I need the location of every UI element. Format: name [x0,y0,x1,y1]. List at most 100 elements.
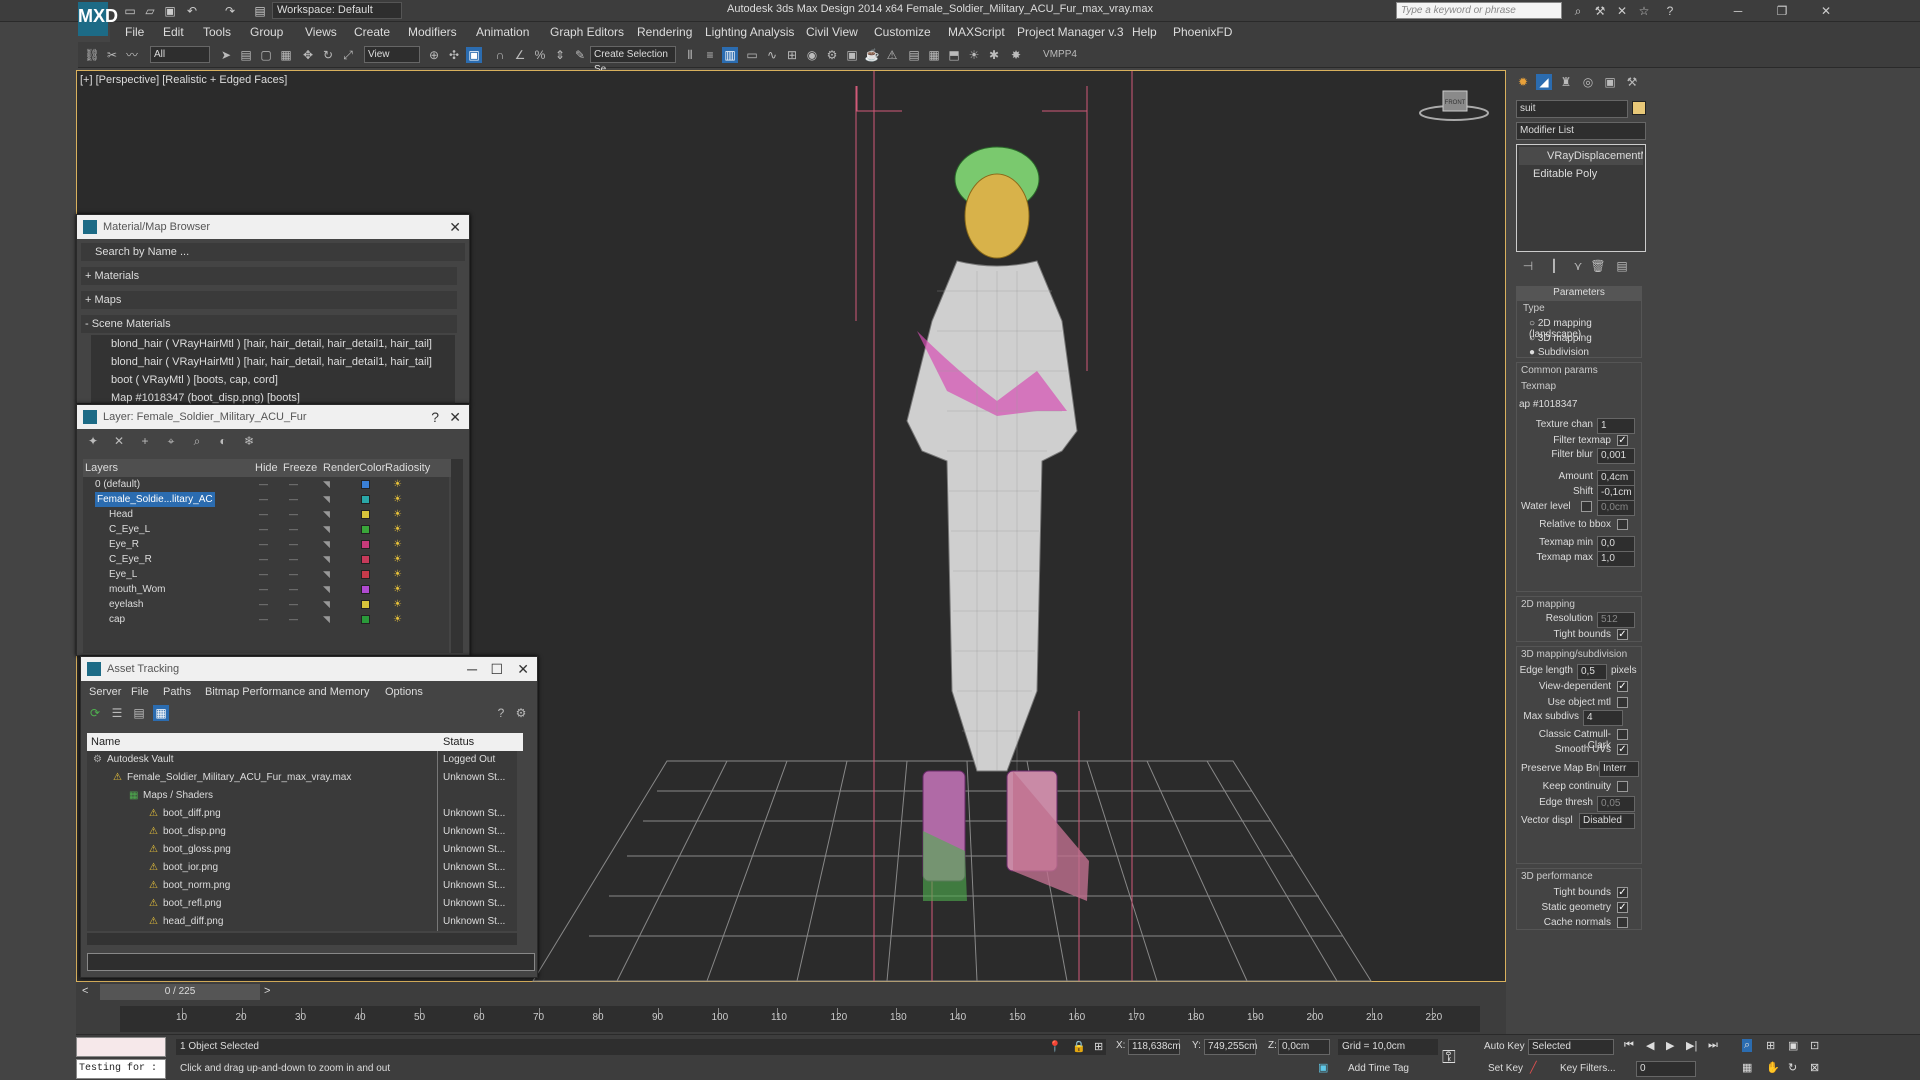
layer-color-swatch[interactable] [361,600,370,609]
layer-color-swatch[interactable] [361,495,370,504]
viewport-label[interactable]: [+] [Perspective] [Realistic + Edged Fac… [80,74,287,86]
view-cube[interactable]: FRONT [1419,90,1489,121]
modifier-stack-item[interactable]: Editable Poly [1519,165,1643,183]
freeze-toggle[interactable]: — [289,552,298,567]
view-dependent-checkbox[interactable]: ✓ [1617,681,1628,692]
modify-tab-icon[interactable]: ◢ [1536,74,1552,90]
asset-menu-options[interactable]: Options [385,683,423,701]
detail-view-icon[interactable]: ▤ [131,705,147,721]
layer-row[interactable]: C_Eye_L — — ◥ ☀ [83,522,449,537]
window-crossing-icon[interactable]: ▦ [278,47,294,63]
new-file-icon[interactable]: ▭ [122,3,138,19]
material-browser-titlebar[interactable]: Material/Map Browser ✕ [77,215,469,239]
menu-lighting-analysis[interactable]: Lighting Analysis [705,25,794,39]
layer-color-swatch[interactable] [361,510,370,519]
layer-row[interactable]: eyelash — — ◥ ☀ [83,597,449,612]
pan-icon[interactable]: ✋ [1766,1061,1780,1074]
hide-toggle[interactable]: — [259,567,268,582]
minimize-icon[interactable]: ─ [1730,3,1746,19]
material-item[interactable]: boot ( VRayMtl ) [boots, cap, cord] [91,371,455,389]
type-option-subdivision[interactable]: ● Subdivision [1529,347,1589,358]
prev-key-icon[interactable]: ◀ [1646,1039,1654,1052]
layer-name[interactable]: cap [109,612,125,627]
layer-name[interactable]: 0 (default) [95,477,140,492]
relative-bbox-checkbox[interactable] [1617,519,1628,530]
radiosity-icon[interactable]: ☀ [393,507,402,522]
menu-rendering[interactable]: Rendering [637,25,692,39]
close-icon[interactable]: ✕ [1818,3,1834,19]
schematic-view-icon[interactable]: ⊞ [784,47,800,63]
key-icon[interactable]: ⚿ [1442,1047,1456,1068]
menu-create[interactable]: Create [354,25,390,39]
layer-color-swatch[interactable] [361,525,370,534]
tight-bounds-2d-checkbox[interactable]: ✓ [1617,629,1628,640]
motion-tab-icon[interactable]: ◎ [1580,74,1596,90]
freeze-toggle[interactable]: — [289,492,298,507]
texmap-button[interactable]: ap #1018347 (suit_disp.png) [1519,397,1639,413]
texmap-max-spinner[interactable]: 1,0 [1597,551,1635,567]
orbit-icon[interactable]: ↻ [1788,1061,1797,1074]
select-rotate-icon[interactable]: ↻ [320,47,336,63]
maximize-icon[interactable]: ☐ [490,657,503,681]
layer-color-swatch[interactable] [361,555,370,564]
layer-row[interactable]: Eye_L — — ◥ ☀ [83,567,449,582]
zoom-extents-all-icon[interactable]: ⊡ [1810,1039,1819,1052]
time-slider[interactable]: < 0 / 225 > [76,982,1506,1004]
go-to-start-icon[interactable]: ⏮ [1624,1039,1634,1052]
menu-help[interactable]: Help [1132,25,1157,39]
absolute-mode-icon[interactable]: ⊞ [1094,1040,1103,1053]
material-item[interactable]: blond_hair ( VRayHairMtl ) [hair, hair_d… [91,335,455,353]
hide-toggle[interactable]: — [259,477,268,492]
render-toggle[interactable]: ◥ [323,582,330,597]
texmap-min-spinner[interactable]: 0,0 [1597,536,1635,552]
col-freeze[interactable]: Freeze [283,459,317,477]
layer-row[interactable]: Head — — ◥ ☀ [83,507,449,522]
vray-sun-icon[interactable]: ☀ [966,47,982,63]
asset-row[interactable]: ⚠ boot_diff.png Unknown St... [87,805,517,823]
render-toggle[interactable]: ◥ [323,507,330,522]
sparkle-icon[interactable]: ✸ [1008,47,1024,63]
settings-icon[interactable]: ⚙ [513,705,529,721]
zoom-all-icon[interactable]: ⊞ [1766,1039,1775,1052]
asset-row[interactable]: ⚠ head_diff.png Unknown St... [87,913,517,931]
scene-materials-section[interactable]: - Scene Materials [81,315,457,333]
material-item[interactable]: blond_hair ( VRayHairMtl ) [hair, hair_d… [91,353,455,371]
menu-civil-view[interactable]: Civil View [806,25,858,39]
link-icon[interactable]: ⛓ [84,47,100,63]
search-input[interactable]: Type a keyword or phrase [1396,2,1562,19]
create-tab-icon[interactable]: ✹ [1515,74,1531,90]
warning-icon[interactable]: ⚠ [884,47,900,63]
selection-region-icon[interactable]: ▢ [258,47,274,63]
radiosity-icon[interactable]: ☀ [393,522,402,537]
radiosity-icon[interactable]: ☀ [393,537,402,552]
select-manipulate-icon[interactable]: ✣ [446,47,462,63]
key-filters-button[interactable]: Key Filters... [1560,1063,1616,1074]
object-color-swatch[interactable] [1632,101,1646,115]
percent-snap-icon[interactable]: % [532,47,548,63]
asset-row[interactable]: ▦ Maps / Shaders [87,787,517,805]
utilities-tab-icon[interactable]: ⚒ [1624,74,1640,90]
isolate-selection-icon[interactable]: 📍 [1048,1040,1062,1053]
layer-name[interactable]: C_Eye_R [109,552,152,567]
angle-snap-icon[interactable]: ∠ [512,47,528,63]
configure-modifier-sets-icon[interactable]: ▤ [1614,258,1630,274]
col-hide[interactable]: Hide [255,459,278,477]
reference-coordinate-dropdown[interactable]: View [364,46,420,63]
radiosity-icon[interactable]: ☀ [393,567,402,582]
next-key-icon[interactable]: ▶| [1686,1039,1697,1052]
subscription-icon[interactable]: ⚒ [1592,3,1608,19]
hide-toggle[interactable]: — [259,537,268,552]
select-scale-icon[interactable]: ⤢ [340,47,356,63]
asset-row[interactable]: ⚠ boot_ior.png Unknown St... [87,859,517,877]
menu-modifiers[interactable]: Modifiers [408,25,457,39]
layer-name[interactable]: C_Eye_L [109,522,150,537]
asset-path-field[interactable] [87,953,535,971]
col-name[interactable]: Name [91,733,120,751]
radiosity-icon[interactable]: ☀ [393,492,402,507]
keyboard-shortcut-override-icon[interactable]: ▣ [466,47,482,63]
render-setup-icon[interactable]: ⚙ [824,47,840,63]
highlight-selected-icon[interactable]: ⌕ [189,433,205,449]
parameters-rollout-title[interactable]: Parameters [1516,286,1642,300]
zoom-extents-icon[interactable]: ▣ [1788,1039,1798,1052]
layer-color-swatch[interactable] [361,585,370,594]
